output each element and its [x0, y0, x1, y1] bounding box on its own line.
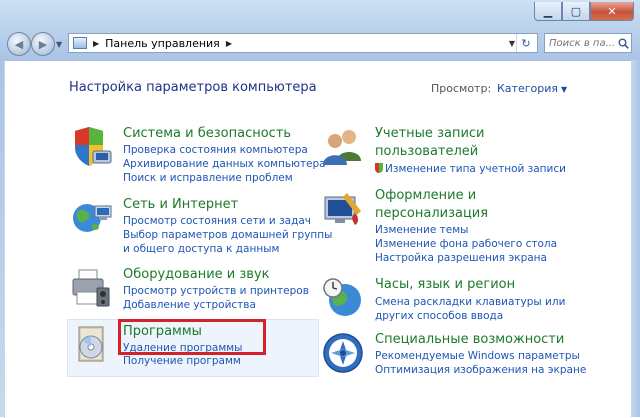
forward-button[interactable]: ▶ — [31, 32, 55, 56]
category-link[interactable]: Оптимизация изображения на экране — [375, 363, 586, 377]
category-link[interactable]: Проверка состояния компьютера — [123, 143, 308, 157]
recent-pages-dropdown[interactable]: ▼ — [56, 40, 62, 49]
caption-buttons: ▁ ▢ ✕ — [534, 2, 634, 21]
view-label: Просмотр: — [431, 82, 492, 95]
category-link[interactable]: Изменение фона рабочего стола — [375, 237, 557, 251]
category-link[interactable]: Просмотр состояния сети и задач — [123, 214, 311, 228]
category-link[interactable]: и общего доступа к данным — [123, 242, 279, 256]
clock-globe-icon[interactable] — [321, 276, 365, 320]
close-button[interactable]: ✕ — [590, 2, 634, 21]
category-link[interactable]: Добавление устройства — [123, 298, 256, 312]
category-title[interactable]: Учетные записи — [375, 125, 485, 142]
content-pane: Настройка параметров компьютера Просмотр… — [4, 60, 631, 418]
category-title[interactable]: Система и безопасность — [123, 125, 291, 142]
refresh-icon: ↻ — [521, 36, 531, 50]
category-title[interactable]: персонализация — [375, 205, 488, 222]
category-link[interactable]: других способов ввода — [375, 309, 503, 323]
breadcrumb-separator-icon[interactable]: ▶ — [93, 39, 99, 48]
category-link[interactable]: Архивирование данных компьютера — [123, 157, 326, 171]
search-input[interactable] — [549, 37, 617, 49]
arrow-left-icon: ◀ — [14, 37, 24, 51]
address-bar[interactable]: ▶ Панель управления ▶ ▼ ↻ — [68, 33, 538, 53]
arrow-right-icon: ▶ — [38, 37, 48, 51]
window-frame-right — [630, 60, 640, 417]
accessibility-icon[interactable] — [321, 331, 365, 375]
page-title: Настройка параметров компьютера — [69, 80, 317, 95]
search-icon[interactable] — [617, 37, 629, 49]
breadcrumb-chevron-icon[interactable]: ▶ — [226, 39, 232, 48]
users-icon[interactable] — [321, 125, 365, 169]
category-title[interactable]: Сеть и Интернет — [123, 196, 238, 213]
shield-icon[interactable] — [69, 125, 113, 169]
category-title[interactable]: Оформление и — [375, 187, 476, 204]
category-link[interactable]: Изменение темы — [375, 223, 468, 237]
back-button[interactable]: ◀ — [7, 32, 31, 56]
chevron-down-icon: ▼ — [560, 85, 568, 94]
category-link[interactable]: Настройка разрешения экрана — [375, 251, 547, 265]
category-title[interactable]: пользователей — [375, 143, 478, 160]
control-panel-icon — [73, 37, 87, 49]
breadcrumb-control-panel[interactable]: Панель управления — [105, 37, 220, 50]
category-link[interactable]: Изменение типа учетной записи — [375, 162, 566, 176]
control-panel-window: ▁ ▢ ✕ ◀ ▶ ▼ ▶ Панель управления ▶ ▼ ↻ На… — [0, 0, 640, 418]
category-link[interactable]: Смена раскладки клавиатуры или — [375, 295, 565, 309]
category-title[interactable]: Оборудование и звук — [123, 266, 270, 283]
minimize-button[interactable]: ▁ — [534, 2, 562, 21]
shield-icon — [375, 163, 383, 173]
view-mode-value[interactable]: Категория — [497, 82, 558, 95]
category-title[interactable]: Специальные возможности — [375, 331, 564, 348]
appearance-icon[interactable] — [321, 187, 365, 231]
printer-icon[interactable] — [69, 266, 113, 310]
category-link[interactable]: Выбор параметров домашней группы — [123, 228, 332, 242]
navigation-bar: ◀ ▶ ▼ ▶ Панель управления ▶ ▼ ↻ — [0, 30, 640, 58]
refresh-button[interactable]: ↻ — [516, 34, 535, 52]
search-box[interactable] — [544, 33, 632, 53]
globe-network-icon[interactable] — [69, 196, 113, 240]
category-link[interactable]: Получение программ — [123, 354, 241, 368]
chevron-down-icon: ▼ — [56, 40, 63, 49]
view-mode-selector[interactable]: Категория ▼ — [497, 82, 567, 95]
category-link-text[interactable]: Изменение типа учетной записи — [385, 163, 566, 175]
programs-icon[interactable] — [69, 323, 113, 367]
address-dropdown-icon[interactable]: ▼ — [509, 39, 515, 48]
category-link[interactable]: Рекомендуемые Windows параметры — [375, 349, 580, 363]
category-title[interactable]: Часы, язык и регион — [375, 276, 515, 293]
maximize-button[interactable]: ▢ — [562, 2, 590, 21]
annotation-highlight-box — [118, 319, 266, 355]
category-link[interactable]: Просмотр устройств и принтеров — [123, 284, 309, 298]
title-bar: ▁ ▢ ✕ — [0, 0, 640, 28]
category-link[interactable]: Поиск и исправление проблем — [123, 171, 293, 185]
